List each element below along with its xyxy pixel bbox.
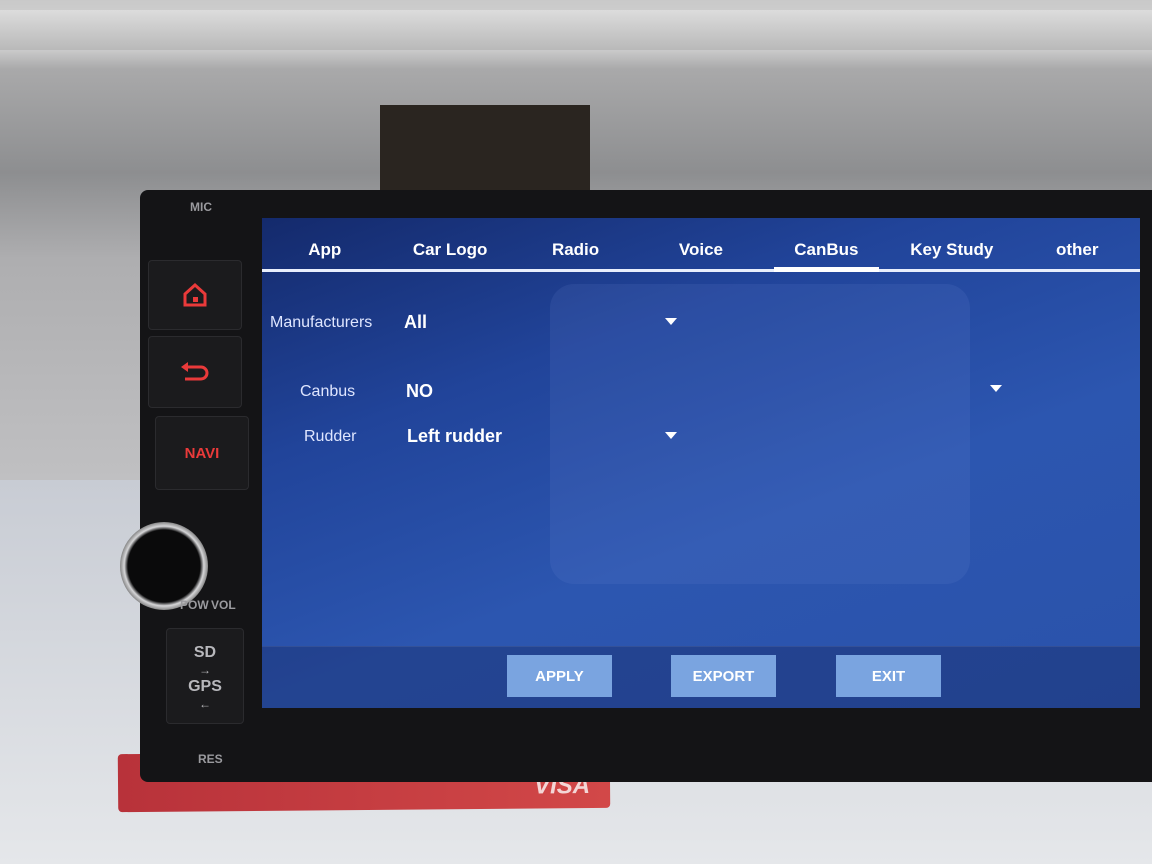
back-icon [181, 362, 209, 381]
tab-other[interactable]: other [1015, 218, 1140, 269]
arrow-left-icon: ← [199, 697, 211, 711]
tab-key-study[interactable]: Key Study [889, 218, 1014, 269]
navi-button[interactable]: NAVI [155, 416, 249, 490]
reflection [550, 284, 970, 584]
screen: App Car Logo Radio Voice CanBus Key Stud… [262, 218, 1140, 708]
home-button[interactable] [148, 260, 242, 330]
apply-button[interactable]: APPLY [507, 655, 612, 697]
sd-gps-button[interactable]: SD → GPS ← [166, 628, 244, 724]
back-button[interactable] [148, 336, 242, 408]
export-button[interactable]: EXPORT [671, 655, 776, 697]
exit-button[interactable]: EXIT [836, 655, 941, 697]
tab-car-logo[interactable]: Car Logo [387, 218, 512, 269]
manufacturers-dropdown[interactable]: All [404, 312, 427, 333]
gps-label: GPS [188, 678, 222, 695]
vol-label: VOL [211, 598, 236, 612]
home-icon [183, 282, 207, 307]
arrow-right-icon: → [199, 663, 211, 677]
tab-voice[interactable]: Voice [638, 218, 763, 269]
mic-label: MIC [190, 200, 212, 214]
tab-canbus[interactable]: CanBus [764, 218, 889, 272]
pow-label: POW [180, 598, 209, 612]
chevron-down-icon[interactable] [990, 385, 1002, 392]
canbus-label: Canbus [300, 383, 356, 400]
background-object [380, 105, 590, 195]
rudder-dropdown[interactable]: Left rudder [407, 426, 502, 447]
tab-app[interactable]: App [262, 218, 387, 269]
rudder-label: Rudder [304, 428, 357, 445]
canbus-dropdown[interactable]: NO [406, 381, 433, 402]
sd-label: SD [193, 644, 217, 661]
tab-radio[interactable]: Radio [513, 218, 638, 269]
res-label: RES [198, 752, 223, 766]
shelf [0, 10, 1152, 50]
chevron-down-icon[interactable] [665, 318, 677, 325]
manufacturers-label: Manufacturers [270, 314, 373, 331]
volume-knob[interactable] [120, 522, 208, 610]
tab-bar: App Car Logo Radio Voice CanBus Key Stud… [262, 218, 1140, 272]
chevron-down-icon[interactable] [665, 432, 677, 439]
